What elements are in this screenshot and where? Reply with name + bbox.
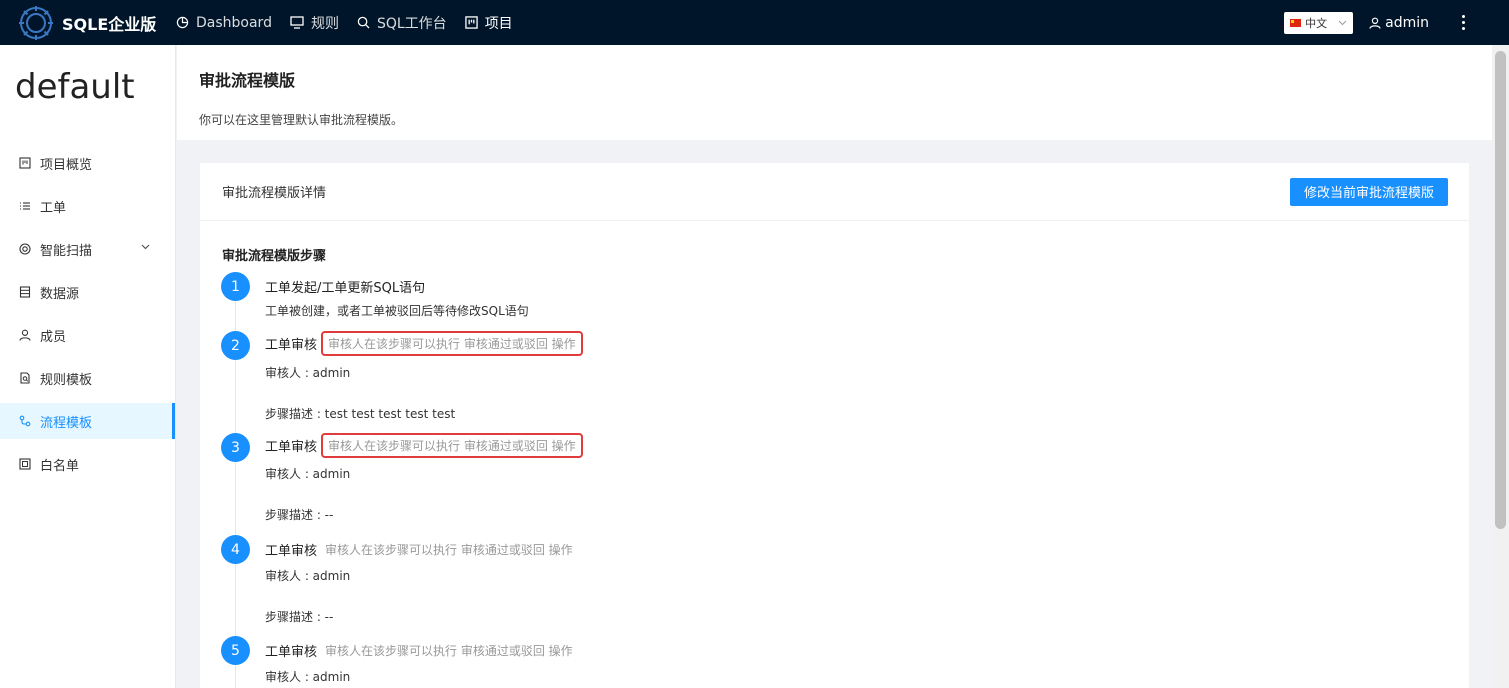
edit-workflow-template-button[interactable]: 修改当前审批流程模版 [1289,177,1448,206]
step-connector [235,665,236,688]
database-icon [19,286,31,298]
step-title: 工单审核 [265,440,318,455]
chevron-down-icon [141,244,150,250]
step-connector [235,301,236,331]
project-name: default [15,67,135,107]
sidebar-item-label: 白名单 [40,458,80,474]
project-icon [464,16,478,29]
sidebar: default 项目概览 工单 智能扫描 数据源 成员 规则模板 流程模板 白名… [0,45,176,688]
step-connector [235,462,236,535]
step-hint: 审核人在该步骤可以执行 审核通过或驳回 操作 [321,331,583,356]
page-title: 审批流程模版 [199,71,296,90]
step-number: 3 [221,433,250,462]
sidebar-item-label: 项目概览 [40,157,93,173]
step-title: 工单审核 [265,544,318,559]
sidebar-item-label: 智能扫描 [40,243,93,259]
step-title: 工单审核 [265,338,318,353]
top-navbar: SQLE企业版 Dashboard 规则 SQL工作台 项目 中文 admin [0,0,1509,45]
step-connector [235,360,236,433]
page-scrollbar[interactable] [1492,45,1509,688]
step-description: 步骤描述 : test test test test test [265,407,456,421]
sidebar-item-label: 工单 [40,200,67,216]
scrollbar-thumb[interactable] [1495,51,1506,529]
step-hint: 审核人在该步骤可以执行 审核通过或驳回 操作 [325,543,573,557]
chevron-down-icon [1338,20,1347,25]
step-reviewer: 审核人 : admin [265,569,351,583]
nav-projects-label: 项目 [484,15,513,32]
logo-icon [19,5,53,40]
step-number: 5 [221,636,250,665]
step-connector [235,564,236,637]
more-vertical-icon[interactable] [1453,15,1473,30]
step-hint: 审核人在该步骤可以执行 审核通过或驳回 操作 [325,644,573,658]
page-description: 你可以在这里管理默认审批流程模版。 [199,113,404,127]
logo[interactable]: SQLE企业版 [18,5,168,41]
sidebar-menu: 项目概览 工单 智能扫描 数据源 成员 规则模板 流程模板 白名单 [0,145,175,482]
app-name: SQLE企业版 [62,14,157,34]
sidebar-item-label: 规则模板 [40,372,93,388]
step-reviewer: 审核人 : admin [265,670,351,684]
card-body: 审批流程模版步骤 [200,221,1469,264]
nav-dashboard-label: Dashboard [196,14,272,31]
step-reviewer: 审核人 : admin [265,366,351,380]
step-number: 1 [221,272,250,301]
user-menu[interactable]: admin [1369,15,1429,31]
china-flag-icon [1290,18,1302,27]
sidebar-item-rule-templates[interactable]: 规则模板 [0,360,175,396]
nav-sql-workbench-label: SQL工作台 [376,15,447,32]
user-name: admin [1385,14,1429,31]
step-reviewer: 审核人 : admin [265,467,351,481]
list-icon [20,202,30,210]
language-label: 中文 [1305,16,1328,30]
sidebar-item-smart-scan[interactable]: 智能扫描 [0,231,175,267]
step-number: 4 [221,535,250,564]
nav-sql-workbench[interactable]: SQL工作台 [357,0,447,45]
file-search-icon [20,372,30,384]
nav-dashboard[interactable]: Dashboard [176,0,272,45]
nav-projects[interactable]: 项目 [464,0,513,45]
sidebar-item-datasource[interactable]: 数据源 [0,274,175,310]
monitor-icon [290,16,304,29]
project-icon [19,157,31,169]
step-description: 工单被创建，或者工单被驳回后等待修改SQL语句 [265,304,529,318]
step-description: 步骤描述 : -- [265,610,334,624]
card-title: 审批流程模版详情 [222,186,327,201]
sidebar-item-orders[interactable]: 工单 [0,188,175,224]
workflow-icon [19,415,31,427]
step-title: 工单发起/工单更新SQL语句 [265,281,426,296]
scan-icon [19,243,31,255]
step-number: 2 [221,331,250,360]
sidebar-item-whitelist[interactable]: 白名单 [0,446,175,482]
sidebar-item-overview[interactable]: 项目概览 [0,145,175,181]
steps-title: 审批流程模版步骤 [222,249,327,264]
nav-rules-label: 规则 [310,15,339,32]
sidebar-item-label: 数据源 [40,286,80,302]
nav-rules[interactable]: 规则 [290,0,339,45]
sidebar-item-label: 流程模板 [40,415,93,431]
sidebar-item-workflow-templates[interactable]: 流程模板 [0,403,175,439]
step-hint: 审核人在该步骤可以执行 审核通过或驳回 操作 [321,433,583,458]
dashboard-icon [176,16,189,29]
user-icon [1369,17,1381,29]
sidebar-item-members[interactable]: 成员 [0,317,175,353]
whitelist-icon [19,458,31,470]
step-title: 工单审核 [265,645,318,660]
sidebar-item-label: 成员 [40,329,67,345]
page-header: 审批流程模版 你可以在这里管理默认审批流程模版。 [177,45,1492,140]
workflow-template-card: 审批流程模版详情 修改当前审批流程模版 审批流程模版步骤 1 工单发起/工单更新… [200,163,1469,688]
language-select[interactable]: 中文 [1284,11,1354,34]
card-header: 审批流程模版详情 修改当前审批流程模版 [200,163,1469,221]
user-icon [19,329,31,341]
step-description: 步骤描述 : -- [265,508,334,522]
search-icon [357,16,370,29]
